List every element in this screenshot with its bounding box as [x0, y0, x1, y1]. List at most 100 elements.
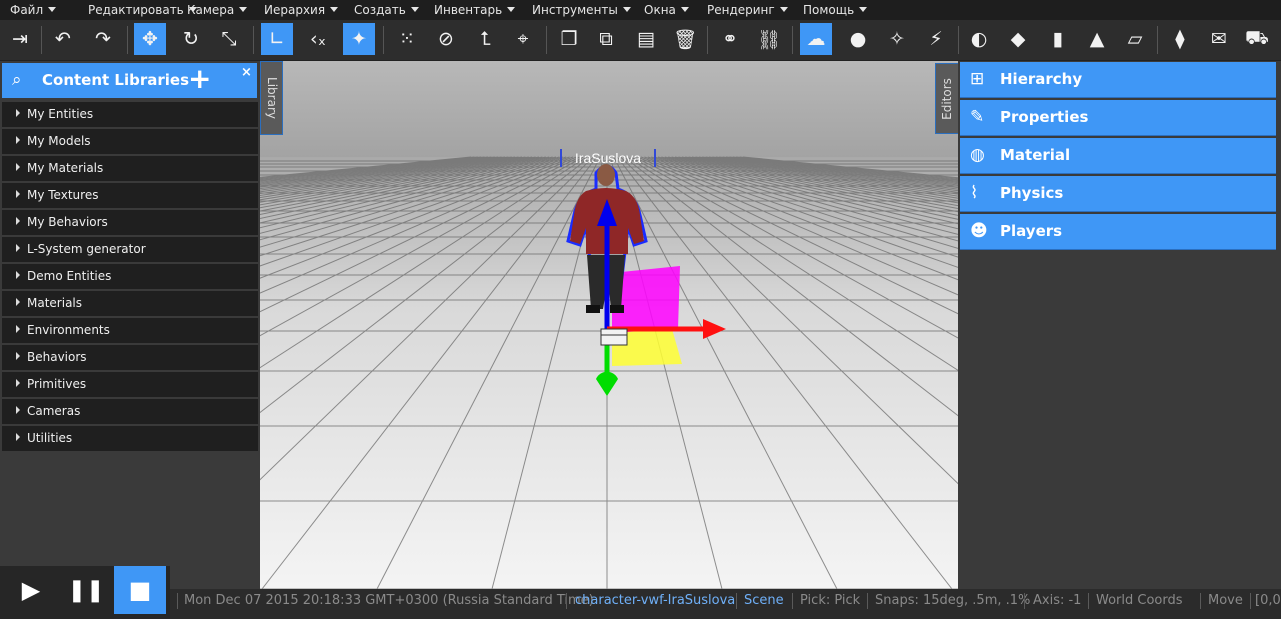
menu-label: Файл — [10, 3, 44, 17]
menu-label: Камера — [187, 3, 235, 17]
camera-fly-button[interactable]: ☁ — [800, 23, 832, 55]
library-item-my-behaviors[interactable]: My Behaviors — [2, 210, 258, 235]
status-selected-object[interactable]: character-vwf-IraSuslova — [575, 594, 735, 608]
move-tool-button[interactable]: ✥ — [134, 23, 166, 55]
library-item-my-entities[interactable]: My Entities — [2, 102, 258, 127]
script-button[interactable]: ⧫ — [1164, 23, 1196, 55]
local-axis-button[interactable]: ∟ — [261, 23, 293, 55]
menu-hierarchy[interactable]: Иерархия — [264, 3, 339, 17]
menu-rendering[interactable]: Рендеринг — [707, 3, 788, 17]
menu-label: Помощь — [803, 3, 855, 17]
rotate-tool-button[interactable]: ↻ — [175, 23, 207, 55]
no-snap-button[interactable]: ⊘ — [430, 23, 462, 55]
paste-button[interactable]: ▤ — [630, 23, 662, 55]
editor-properties[interactable]: ✎ Properties — [960, 100, 1276, 136]
pause-button[interactable]: ❚❚ — [59, 566, 113, 614]
cone-button[interactable]: ▲ — [1081, 23, 1113, 55]
hierarchy-icon: ⊞ — [970, 69, 985, 89]
close-panel-button[interactable]: × — [241, 65, 252, 80]
avatar-icon: ● — [849, 28, 867, 50]
redo-button[interactable]: ↷ — [87, 23, 119, 55]
delete-button[interactable]: 🗑 — [669, 23, 701, 55]
menu-camera[interactable]: Камера — [187, 3, 248, 17]
editors-tab[interactable]: Editors — [935, 63, 959, 134]
menu-tools[interactable]: Инструменты — [532, 3, 631, 17]
object-label: IraSuslova — [575, 150, 641, 166]
pick-button[interactable]: ⮤ — [470, 23, 502, 55]
content-libraries-panel: ⌕ Content Libraries + × My Entities My M… — [0, 61, 260, 589]
cart-icon: ⛟ — [1245, 26, 1269, 49]
editor-players[interactable]: ☻ Players — [960, 214, 1276, 250]
library-item-environments[interactable]: Environments — [2, 318, 258, 343]
cart-button[interactable]: ⛟ — [1241, 23, 1273, 55]
library-tab[interactable]: Library — [260, 61, 283, 135]
library-item-demo-entities[interactable]: Demo Entities — [2, 264, 258, 289]
cylinder-button[interactable]: ▮ — [1042, 23, 1074, 55]
menu-windows[interactable]: Окна — [644, 3, 689, 17]
logout-button[interactable]: ⇥ — [4, 23, 36, 55]
library-item-utilities[interactable]: Utilities — [2, 426, 258, 451]
library-item-l-system-generator[interactable]: L-System generator — [2, 237, 258, 262]
add-library-button[interactable]: + — [188, 64, 211, 94]
editor-label: Physics — [1000, 184, 1064, 202]
avatar-button[interactable]: ● — [842, 23, 874, 55]
chat-button[interactable]: ✉ — [1203, 23, 1235, 55]
camera-fly-icon: ☁ — [806, 28, 826, 50]
light-icon: ✧ — [889, 28, 905, 50]
status-extra: [0,0 — [1255, 593, 1281, 608]
library-item-materials[interactable]: Materials — [2, 291, 258, 316]
sphere-button[interactable]: ◐ — [963, 23, 995, 55]
editor-hierarchy[interactable]: ⊞ Hierarchy — [960, 62, 1276, 98]
editor-physics[interactable]: ⌇ Physics — [960, 176, 1276, 212]
chat-icon: ✉ — [1211, 28, 1227, 50]
particles-button[interactable]: ⚡ — [920, 23, 952, 55]
caret-right-icon — [16, 217, 20, 225]
status-separator — [1088, 593, 1089, 609]
menu-help[interactable]: Помощь — [803, 3, 868, 17]
plane-button[interactable]: ▱ — [1119, 23, 1151, 55]
play-button[interactable]: ▶ — [4, 566, 58, 614]
particles-icon: ⚡ — [929, 28, 943, 50]
3d-viewport[interactable]: IraSuslova — [260, 61, 958, 589]
status-axis: Axis: -1 — [1033, 593, 1082, 608]
cube-button[interactable]: ◆ — [1002, 23, 1034, 55]
library-item-label: Primitives — [27, 377, 87, 391]
library-item-cameras[interactable]: Cameras — [2, 399, 258, 424]
library-item-my-models[interactable]: My Models — [2, 129, 258, 154]
menu-file[interactable]: Файл — [10, 3, 57, 17]
snap-grid-button[interactable]: ⁙ — [391, 23, 423, 55]
menu-edit[interactable]: Редактировать — [88, 3, 197, 17]
stop-button[interactable]: ■ — [114, 566, 166, 614]
undo-button[interactable]: ↶ — [47, 23, 79, 55]
library-item-my-materials[interactable]: My Materials — [2, 156, 258, 181]
world-axis-button[interactable]: ✦ — [343, 23, 375, 55]
editor-material[interactable]: ◍ Material — [960, 138, 1276, 174]
status-separator — [566, 593, 567, 609]
status-mode[interactable]: Scene — [744, 594, 784, 608]
pick-icon: ⮤ — [480, 28, 492, 50]
status-separator — [1024, 593, 1025, 609]
link-icon: ⚭ — [722, 28, 738, 50]
menu-create[interactable]: Создать — [354, 3, 419, 17]
link-button[interactable]: ⚭ — [714, 23, 746, 55]
menu-inventory[interactable]: Инвентарь — [434, 3, 516, 17]
library-item-primitives[interactable]: Primitives — [2, 372, 258, 397]
scene-canvas[interactable]: IraSuslova — [260, 61, 958, 589]
caret-right-icon — [16, 406, 20, 414]
target-button[interactable]: ⌖ — [507, 23, 539, 55]
library-item-label: My Behaviors — [27, 215, 108, 229]
duplicate-button[interactable]: ⧉ — [590, 23, 622, 55]
light-button[interactable]: ✧ — [881, 23, 913, 55]
rotate-icon: ↻ — [183, 28, 199, 50]
parent-axis-button[interactable]: ‹ₓ — [302, 23, 334, 55]
character-head — [597, 164, 615, 186]
editor-label: Players — [1000, 222, 1063, 240]
scale-tool-button[interactable]: ⤡ — [213, 23, 245, 55]
physics-icon: ⌇ — [970, 183, 979, 203]
library-item-label: Environments — [27, 323, 110, 337]
library-item-behaviors[interactable]: Behaviors — [2, 345, 258, 370]
unlink-button[interactable]: ⛓ — [753, 23, 785, 55]
cube-icon: ◆ — [1010, 28, 1026, 50]
copy-button[interactable]: ❐ — [553, 23, 585, 55]
library-item-my-textures[interactable]: My Textures — [2, 183, 258, 208]
